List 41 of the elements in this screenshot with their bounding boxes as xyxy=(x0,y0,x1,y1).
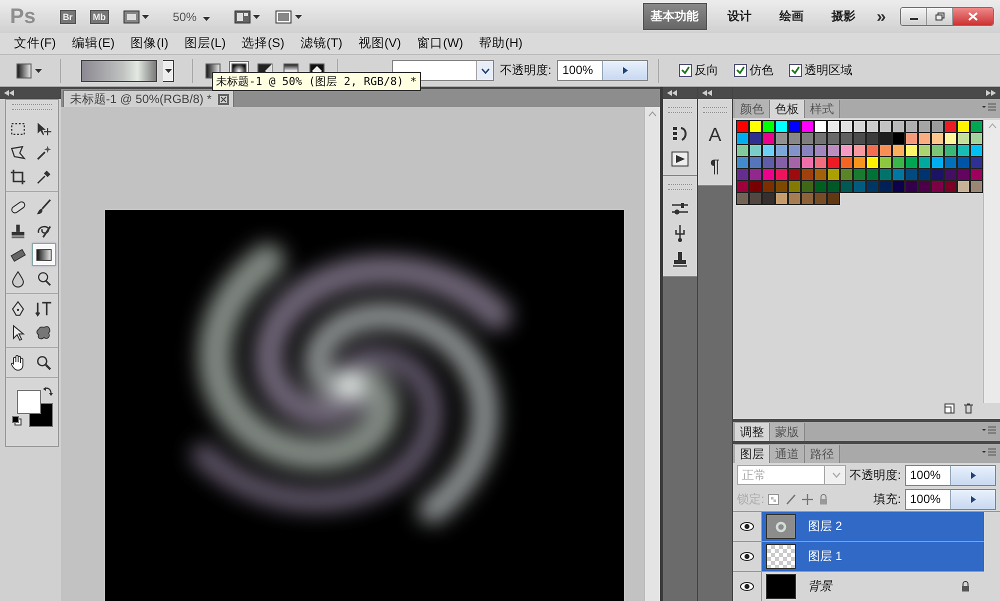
menu-item[interactable]: 图像(I) xyxy=(122,35,176,52)
menu-item[interactable]: 视图(V) xyxy=(350,35,410,52)
workspace-button[interactable]: 摄影 xyxy=(824,4,863,29)
menu-item[interactable]: 图层(L) xyxy=(176,35,234,52)
layer-name: 图层 1 xyxy=(808,548,844,565)
panel-tab[interactable]: 调整 xyxy=(735,423,770,441)
document-tab[interactable]: 未标题-1 @ 50%(RGB/8) * xyxy=(63,90,234,107)
menu-item[interactable]: 文件(F) xyxy=(6,35,64,52)
layer-name: 背景 xyxy=(808,578,834,595)
panel-tab[interactable]: 通道 xyxy=(770,445,805,463)
layer-name: 图层 2 xyxy=(808,518,844,535)
opacity-label: 不透明度: xyxy=(850,466,901,484)
opacity-label: 不透明度: xyxy=(500,62,552,79)
workspace-button[interactable]: 设计 xyxy=(720,4,759,29)
app-logo: Ps xyxy=(10,4,36,28)
fill-label: 填充: xyxy=(874,490,901,508)
checkbox-label[interactable]: 仿色 xyxy=(749,62,774,79)
more-workspaces-button[interactable]: » xyxy=(876,6,886,26)
panel-tab[interactable]: 路径 xyxy=(805,445,840,463)
paragraph-button[interactable]: ¶ xyxy=(710,155,720,177)
panel-tab[interactable]: 图层 xyxy=(735,445,770,463)
menu-item[interactable]: 帮助(H) xyxy=(471,35,531,52)
menu-item[interactable]: 滤镜(T) xyxy=(292,35,350,52)
checkbox-label[interactable]: 透明区域 xyxy=(804,62,852,79)
layer-row[interactable]: 图层 2 xyxy=(733,512,984,542)
launcher-button[interactable]: Br xyxy=(60,10,76,24)
workspace-button[interactable]: 绘画 xyxy=(772,4,811,29)
launcher-button[interactable]: Mb xyxy=(90,10,109,24)
panel-tab[interactable]: 色板 xyxy=(770,100,805,118)
menu-item[interactable]: 窗口(W) xyxy=(409,35,472,52)
panel-tab[interactable]: 蒙版 xyxy=(770,423,805,441)
zoom-dropdown[interactable]: 50% xyxy=(172,10,210,24)
workspace-button[interactable]: 基本功能 xyxy=(642,3,707,30)
checkbox-label[interactable]: 反向 xyxy=(694,62,718,79)
menu-item[interactable]: 编辑(E) xyxy=(64,35,123,52)
menu-item[interactable]: 选择(S) xyxy=(234,35,292,52)
layer-row[interactable]: 图层 1 xyxy=(733,542,984,572)
panel-tab[interactable]: 样式 xyxy=(805,100,840,118)
tooltip: 未标题-1 @ 50% (图层 2, RGB/8) * xyxy=(212,72,421,91)
character-button[interactable]: A xyxy=(708,125,722,147)
panel-tab[interactable]: 颜色 xyxy=(735,100,770,118)
